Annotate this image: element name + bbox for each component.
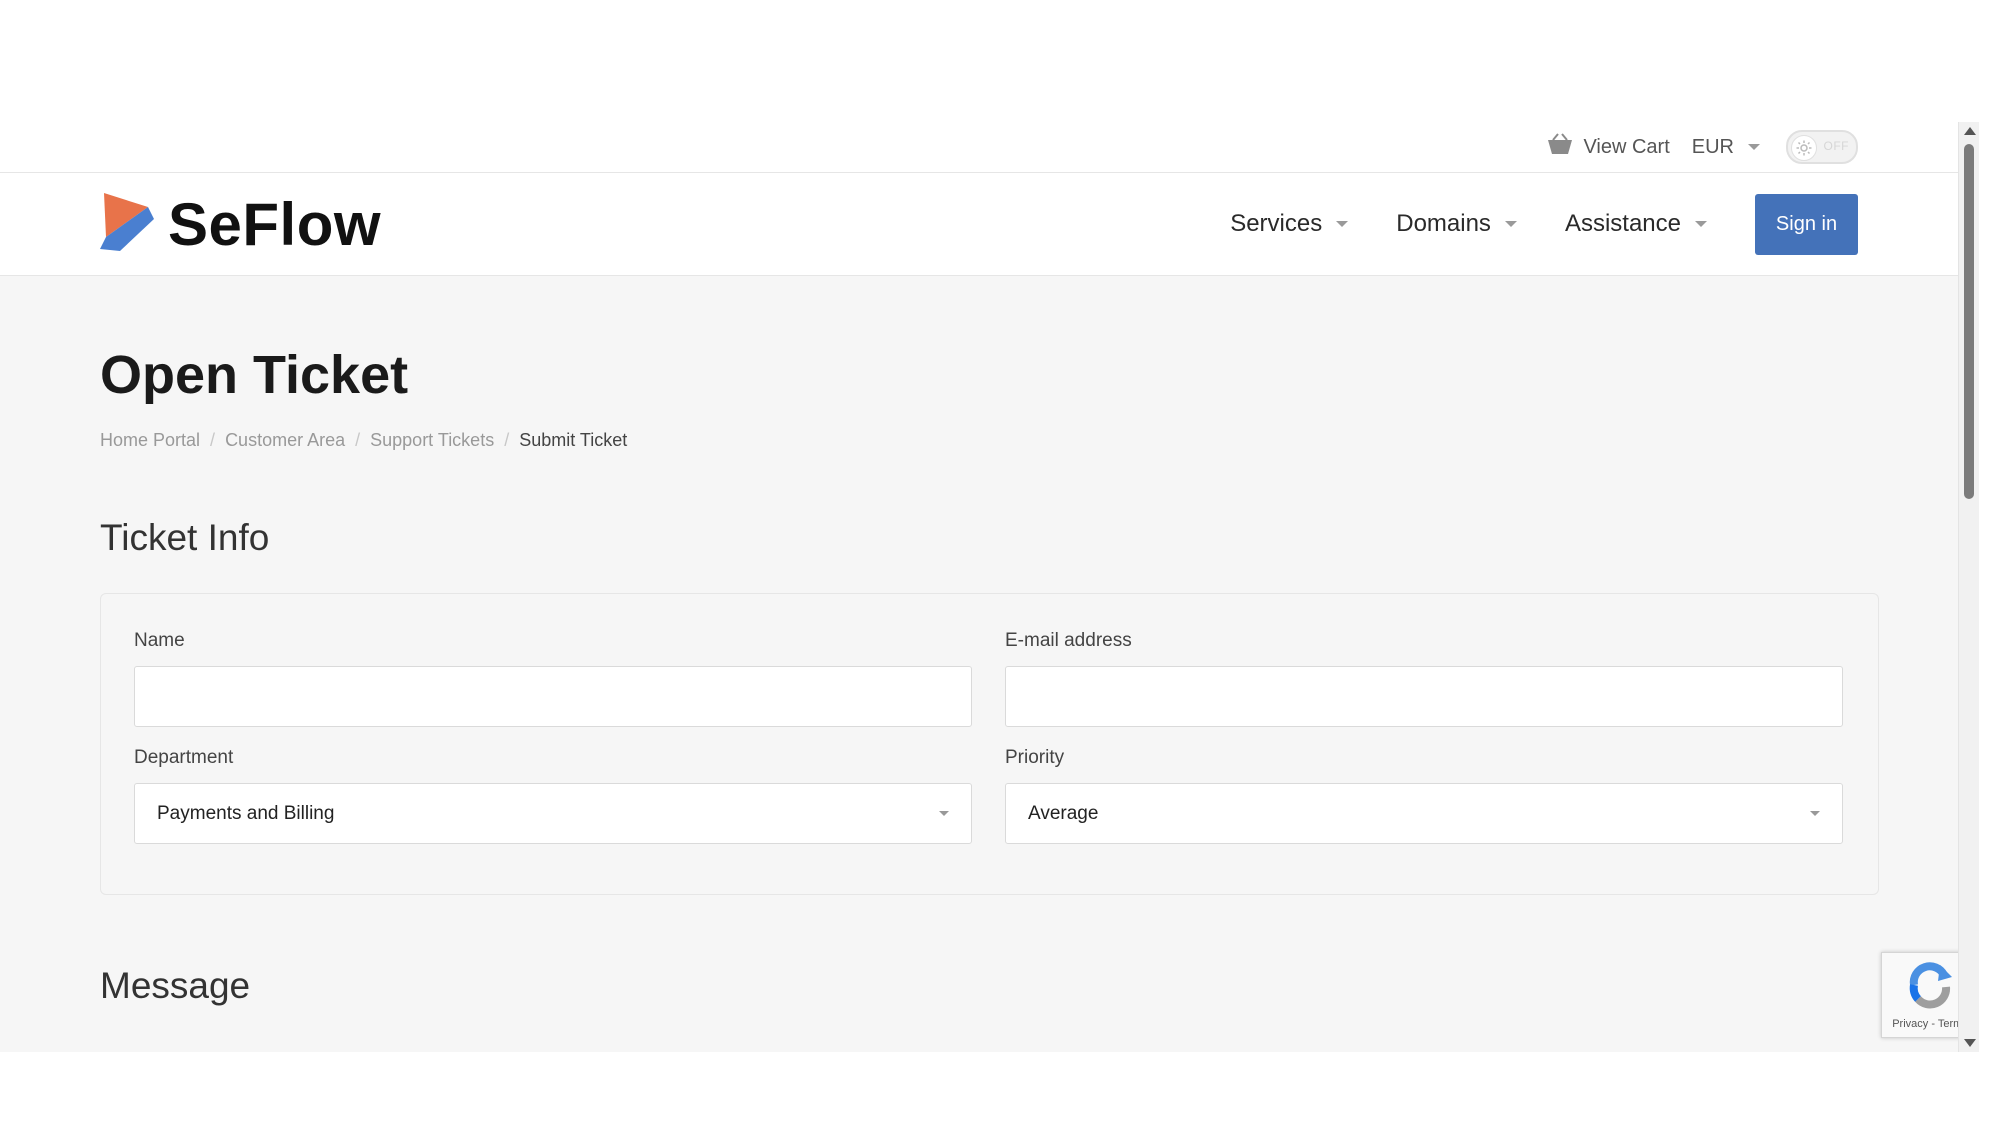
breadcrumb-home[interactable]: Home Portal — [100, 430, 200, 451]
breadcrumb-separator: / — [210, 430, 216, 450]
name-label: Name — [134, 630, 185, 651]
nav-domains-label: Domains — [1396, 210, 1491, 237]
breadcrumb-separator: / — [504, 430, 510, 450]
seflow-logo-icon — [100, 192, 154, 256]
main-content: Open Ticket Home Portal / Customer Area … — [0, 276, 1979, 1052]
department-label: Department — [134, 747, 234, 768]
email-input[interactable] — [1005, 666, 1843, 727]
currency-selector[interactable]: EUR — [1692, 136, 1760, 159]
ticket-info-card: Name E-mail address Department Payments … — [100, 593, 1879, 895]
chevron-down-icon — [1504, 221, 1517, 227]
view-cart-link[interactable]: View Cart — [1547, 133, 1670, 161]
brand-name: SeFlow — [168, 190, 382, 258]
message-heading: Message — [100, 965, 251, 1006]
chevron-down-icon — [939, 811, 949, 816]
scroll-up-arrow-icon[interactable] — [1964, 127, 1976, 135]
browser-viewport: View Cart EUR OFF SeFlow Services Domain… — [0, 122, 1979, 1052]
vertical-scrollbar[interactable] — [1958, 122, 1979, 1052]
brand-logo-link[interactable]: SeFlow — [100, 190, 381, 259]
currency-label: EUR — [1691, 135, 1734, 158]
breadcrumb-current: Submit Ticket — [519, 430, 628, 450]
priority-select[interactable]: Average — [1005, 783, 1843, 844]
main-menu: Services Domains Assistance Sign in — [1182, 193, 1858, 255]
nav-services[interactable]: Services — [1230, 210, 1349, 238]
priority-label: Priority — [1005, 747, 1065, 768]
scrollbar-thumb[interactable] — [1964, 144, 1974, 499]
toggle-state-label: OFF — [1823, 139, 1849, 153]
email-field-group: E-mail address — [1005, 630, 1843, 727]
chevron-down-icon — [1695, 221, 1707, 227]
view-cart-label: View Cart — [1583, 135, 1670, 158]
sun-icon — [1791, 135, 1817, 161]
priority-field-group: Priority Average — [1005, 747, 1843, 844]
chevron-down-icon — [1336, 221, 1349, 227]
dark-mode-toggle[interactable]: OFF — [1786, 130, 1858, 164]
breadcrumb: Home Portal / Customer Area / Support Ti… — [100, 430, 1879, 451]
nav-services-label: Services — [1230, 210, 1323, 237]
ticket-info-heading: Ticket Info — [100, 517, 270, 558]
priority-value: Average — [1028, 802, 1099, 824]
nav-assistance[interactable]: Assistance — [1565, 210, 1707, 238]
name-input[interactable] — [134, 666, 972, 727]
breadcrumb-separator: / — [355, 430, 361, 450]
chevron-down-icon — [1748, 144, 1760, 150]
department-select[interactable]: Payments and Billing — [134, 783, 972, 844]
scroll-down-arrow-icon[interactable] — [1964, 1039, 1976, 1047]
email-label: E-mail address — [1005, 630, 1132, 651]
breadcrumb-support-tickets[interactable]: Support Tickets — [370, 430, 494, 451]
top-utility-bar: View Cart EUR OFF — [0, 122, 1979, 173]
page-title: Open Ticket — [100, 345, 409, 405]
sign-in-button[interactable]: Sign in — [1755, 193, 1858, 255]
department-value: Payments and Billing — [157, 802, 335, 824]
breadcrumb-customer-area[interactable]: Customer Area — [225, 430, 345, 451]
recaptcha-privacy-terms[interactable]: Privacy - Terms — [1892, 1018, 1968, 1030]
chevron-down-icon — [1810, 811, 1820, 816]
recaptcha-icon — [1904, 961, 1956, 1014]
name-field-group: Name — [134, 630, 972, 727]
nav-domains[interactable]: Domains — [1396, 210, 1517, 238]
main-navbar: SeFlow Services Domains Assistance Sign … — [0, 173, 1979, 276]
department-field-group: Department Payments and Billing — [134, 747, 972, 844]
basket-icon — [1547, 133, 1573, 161]
nav-assistance-label: Assistance — [1564, 210, 1681, 237]
